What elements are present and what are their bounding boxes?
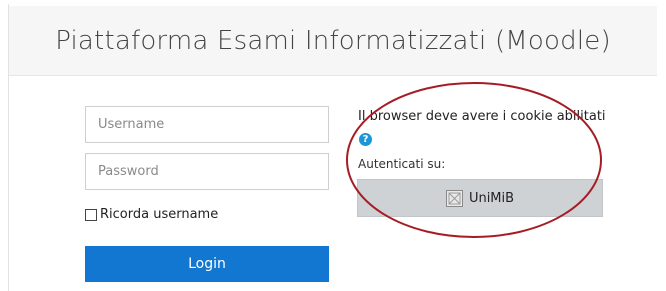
password-input[interactable] <box>85 153 329 190</box>
question-circle-icon[interactable]: ? <box>359 133 372 146</box>
login-page: Piattaforma Esami Informatizzati (Moodle… <box>0 0 666 291</box>
cookie-notice: Il browser deve avere i cookie abilitati <box>358 109 606 124</box>
institution-logo-icon <box>445 189 463 207</box>
unimib-label: UniMiB <box>468 190 515 206</box>
remember-username[interactable]: Ricorda username <box>85 207 218 222</box>
login-button[interactable]: Login <box>85 246 329 282</box>
remember-username-checkbox[interactable] <box>85 208 97 221</box>
page-header: Piattaforma Esami Informatizzati (Moodle… <box>9 6 657 76</box>
page-title: Piattaforma Esami Informatizzati (Moodle… <box>55 25 611 56</box>
remember-username-label: Ricorda username <box>100 207 219 222</box>
authenticate-with-label: Autenticati su: <box>358 157 446 171</box>
username-input[interactable] <box>85 106 329 143</box>
unimib-login-button[interactable]: UniMiB <box>357 179 603 217</box>
